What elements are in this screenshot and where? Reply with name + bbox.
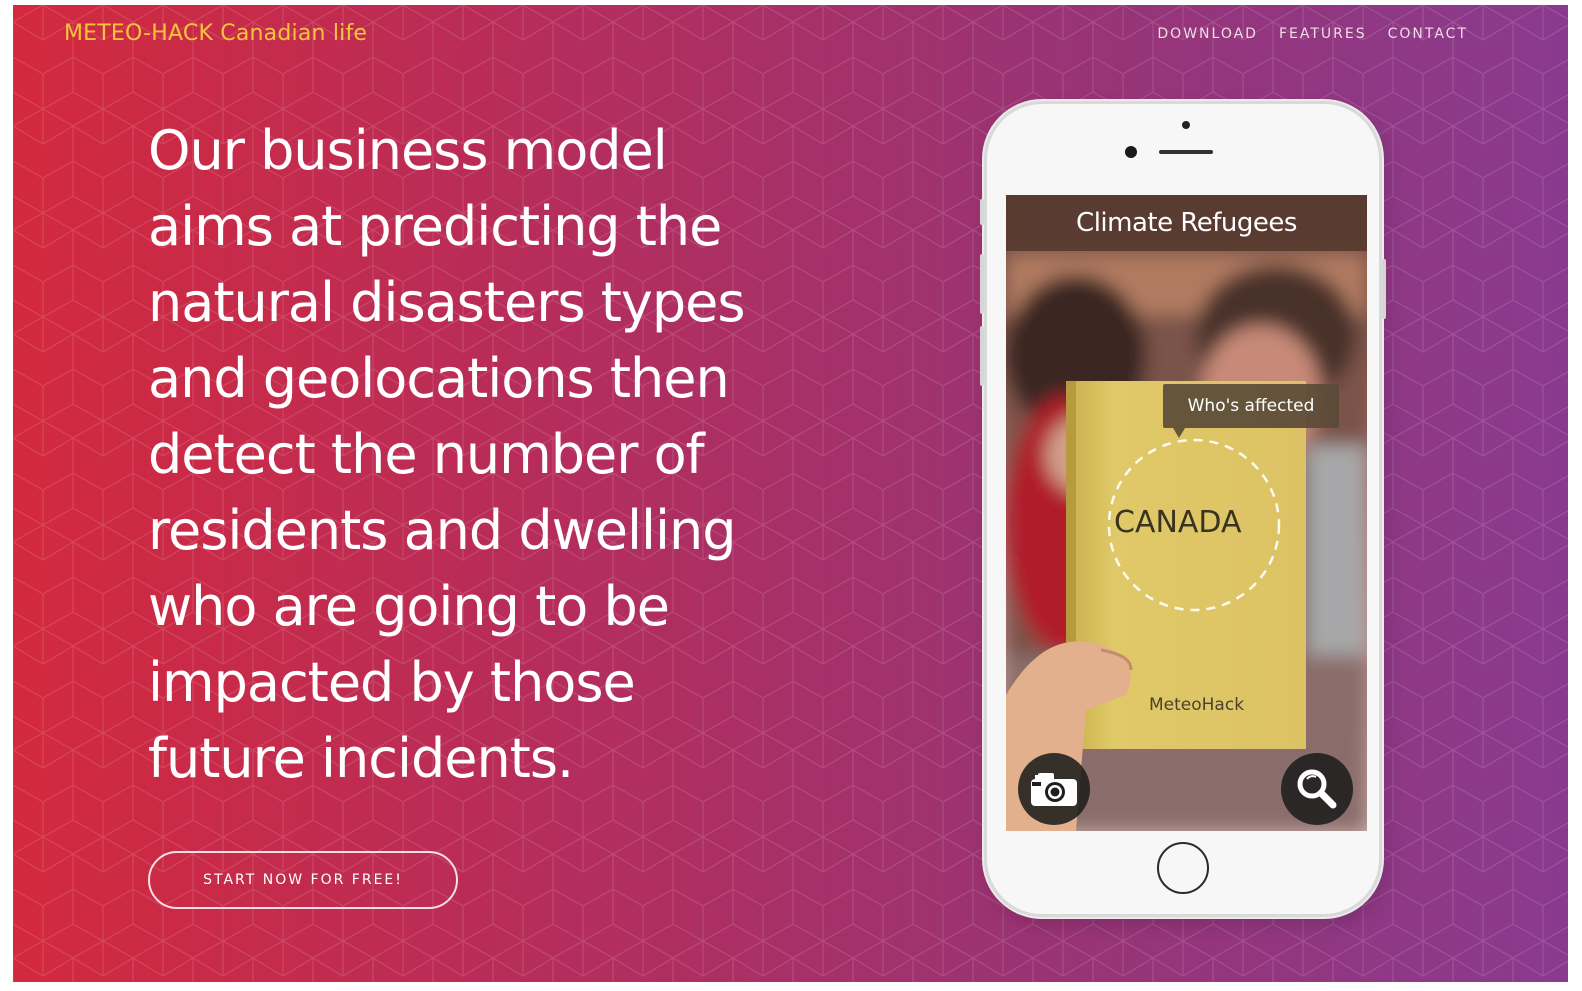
proximity-sensor <box>1125 146 1137 158</box>
phone-speaker <box>1159 150 1213 154</box>
phone-volume-up <box>980 254 984 314</box>
camera-button[interactable] <box>1018 753 1090 825</box>
top-nav: DOWNLOAD FEATURES CONTACT <box>1157 26 1468 42</box>
search-button[interactable] <box>1281 753 1353 825</box>
country-label: CANADA <box>1114 505 1242 540</box>
nav-contact[interactable]: CONTACT <box>1388 26 1468 42</box>
book-brand-label: MeteoHack <box>1149 695 1245 715</box>
start-now-button[interactable]: START NOW FOR FREE! <box>148 851 458 909</box>
hero-headline: Our business model aims at predicting th… <box>148 119 745 790</box>
nav-features[interactable]: FEATURES <box>1279 26 1367 42</box>
camera-icon <box>1031 773 1077 806</box>
phone-power-button <box>1382 259 1386 319</box>
nav-download[interactable]: DOWNLOAD <box>1157 26 1258 42</box>
front-camera <box>1182 121 1190 129</box>
phone-mute-switch <box>980 199 984 225</box>
landing-page: METEO-HACK Canadian life DOWNLOAD FEATUR… <box>13 5 1568 982</box>
whos-affected-tooltip[interactable]: Who's affected <box>1163 384 1339 438</box>
phone-mockup: Climate Refugees Who's affected CANADA M… <box>980 101 1386 917</box>
phone-volume-down <box>980 326 984 386</box>
phone-screen: Climate Refugees Who's affected CANADA M… <box>1006 195 1367 831</box>
search-icon <box>1297 769 1337 809</box>
app-header-bar: Climate Refugees <box>1006 195 1367 251</box>
phone-home-button <box>1157 842 1209 894</box>
app-title: Climate Refugees <box>1076 208 1297 238</box>
brand-logo[interactable]: METEO-HACK Canadian life <box>64 21 367 46</box>
